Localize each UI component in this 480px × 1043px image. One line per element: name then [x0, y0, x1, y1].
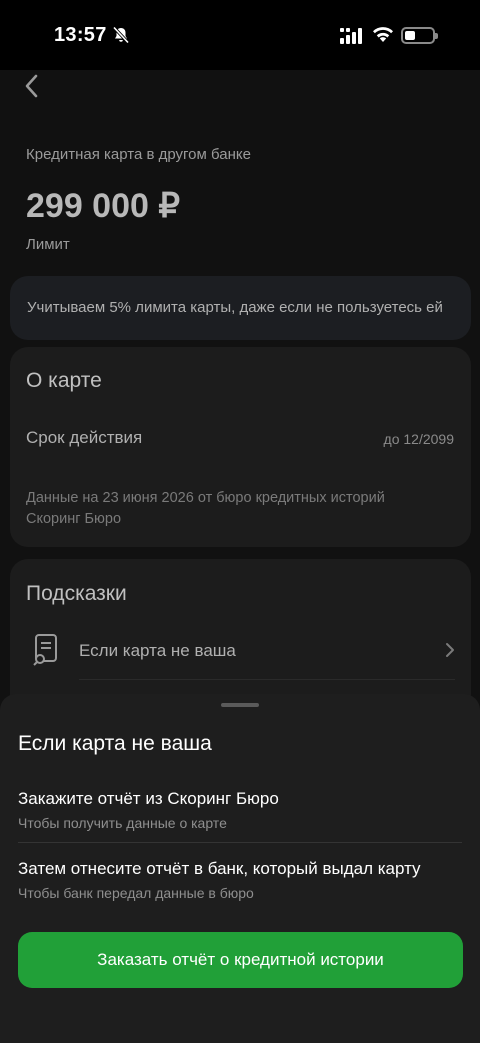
divider	[79, 679, 455, 680]
document-icon	[33, 634, 57, 666]
divider	[18, 842, 462, 843]
hint-item-label[interactable]: Если карта не ваша	[79, 641, 236, 661]
credit-limit-amount: 299 000 ₽	[26, 187, 180, 225]
hints-title: Подсказки	[26, 582, 127, 605]
about-title: О карте	[26, 369, 102, 392]
credit-limit-label: Лимит	[26, 236, 70, 253]
step-item: Закажите отчёт из Скоринг Бюро Чтобы пол…	[18, 789, 462, 831]
notice-card: Учитываем 5% лимита карты, даже если не …	[10, 276, 471, 340]
data-source-note: Данные на 23 июня 2026 от бюро кредитных…	[26, 490, 385, 527]
sheet-drag-handle[interactable]	[221, 703, 259, 707]
wifi-icon	[373, 27, 393, 42]
sheet-title: Если карта не ваша	[18, 732, 212, 755]
validity-label: Срок действия	[26, 428, 143, 447]
about-card: О карте Срок действия до 12/2099 Данные …	[10, 347, 471, 547]
step-subtitle: Чтобы получить данные о карте	[18, 815, 227, 831]
notice-text: Учитываем 5% лимита карты, даже если не …	[27, 299, 443, 316]
bell-muted-icon	[112, 26, 130, 44]
card-subtitle: Кредитная карта в другом банке	[26, 146, 251, 163]
chevron-left-icon[interactable]	[22, 72, 42, 100]
step-subtitle: Чтобы банк передал данные в бюро	[18, 885, 254, 901]
status-bar: 13:57	[0, 0, 480, 70]
chevron-right-icon	[446, 643, 454, 657]
battery-icon	[401, 27, 438, 44]
signal-icon	[340, 28, 362, 44]
order-report-button[interactable]: Заказать отчёт о кредитной истории	[18, 932, 463, 988]
bottom-sheet: Если карта не ваша Закажите отчёт из Ско…	[0, 694, 480, 1043]
status-time: 13:57	[54, 24, 107, 46]
step-title: Затем отнесите отчёт в банк, который выд…	[18, 859, 421, 878]
step-item: Затем отнесите отчёт в банк, который выд…	[18, 859, 462, 901]
validity-value: до 12/2099	[383, 431, 454, 447]
step-title: Закажите отчёт из Скоринг Бюро	[18, 789, 279, 808]
